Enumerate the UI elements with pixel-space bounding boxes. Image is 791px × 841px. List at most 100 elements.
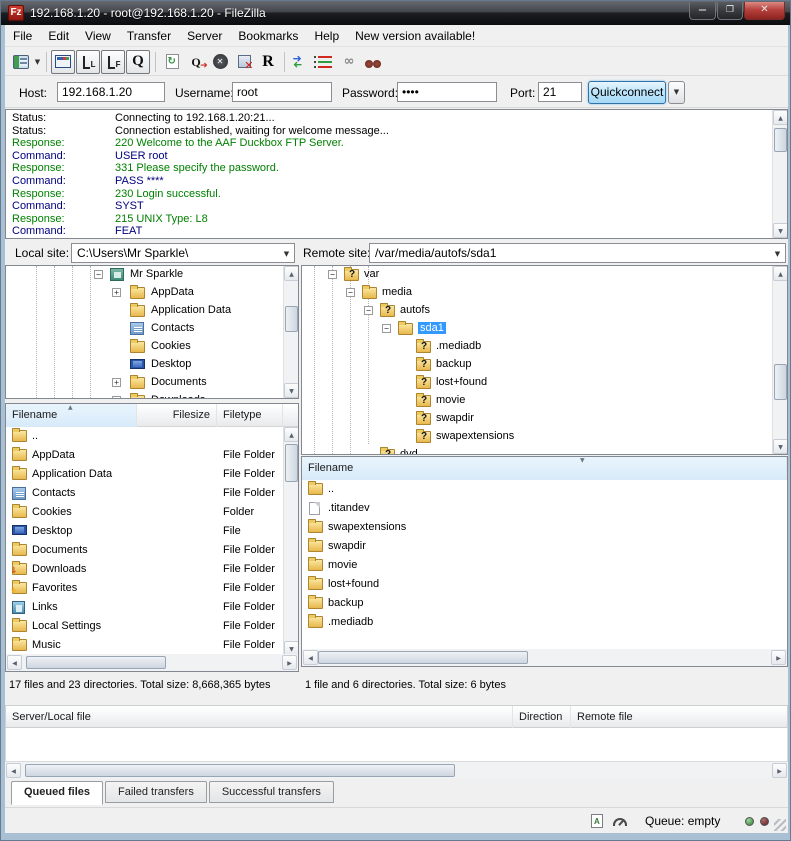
resize-grip[interactable] bbox=[774, 819, 786, 831]
site-manager-dropdown-arrow-icon[interactable] bbox=[33, 50, 42, 74]
scroll-up-icon[interactable] bbox=[284, 427, 298, 442]
menu-edit[interactable]: Edit bbox=[40, 27, 77, 45]
quickconnect-button[interactable]: Quickconnect bbox=[588, 81, 666, 104]
tree-row[interactable]: swapdir bbox=[302, 410, 787, 428]
refresh-button[interactable] bbox=[160, 50, 184, 74]
queue-list[interactable] bbox=[5, 728, 788, 762]
cancel-operation-button[interactable] bbox=[208, 50, 232, 74]
file-row[interactable]: MusicFile Folder bbox=[6, 636, 298, 655]
tree-row[interactable]: AppData bbox=[6, 284, 298, 302]
remote-tree-scrollbar[interactable] bbox=[772, 266, 787, 454]
column-header-filesize[interactable]: Filesize bbox=[137, 404, 217, 427]
file-row[interactable]: .. bbox=[302, 480, 787, 499]
queue-hscrollbar[interactable] bbox=[5, 762, 788, 779]
tree-row[interactable]: var bbox=[302, 266, 787, 284]
column-header-direction[interactable]: Direction bbox=[513, 706, 571, 729]
scroll-right-icon[interactable] bbox=[771, 650, 786, 665]
local-site-combobox[interactable]: C:\Users\Mr Sparkle\ bbox=[71, 243, 295, 263]
collapse-icon[interactable] bbox=[94, 270, 103, 279]
file-row[interactable]: backup bbox=[302, 594, 787, 613]
column-header-filetype[interactable]: Filetype bbox=[217, 404, 283, 427]
scroll-left-icon[interactable] bbox=[6, 763, 21, 778]
tree-row[interactable]: Documents bbox=[6, 374, 298, 392]
host-input[interactable] bbox=[57, 82, 165, 102]
file-row[interactable]: FavoritesFile Folder bbox=[6, 579, 298, 598]
scroll-down-icon[interactable] bbox=[773, 223, 788, 238]
tab-successful-transfers[interactable]: Successful transfers bbox=[209, 781, 334, 803]
file-row[interactable]: .. bbox=[6, 427, 298, 446]
scroll-up-icon[interactable] bbox=[773, 266, 788, 281]
remote-site-combobox[interactable]: /var/media/autofs/sda1 bbox=[369, 243, 786, 263]
tree-row[interactable]: Mr Sparkle bbox=[6, 266, 298, 284]
file-row[interactable]: movie bbox=[302, 556, 787, 575]
column-header-filename[interactable]: Filename bbox=[302, 457, 787, 480]
quickconnect-dropdown-arrow-icon[interactable] bbox=[668, 81, 685, 104]
local-tree-scrollbar[interactable] bbox=[283, 266, 298, 398]
file-row[interactable]: Local SettingsFile Folder bbox=[6, 617, 298, 636]
process-queue-button[interactable] bbox=[184, 50, 208, 74]
site-manager-button[interactable] bbox=[9, 50, 33, 74]
scroll-left-icon[interactable] bbox=[303, 650, 318, 665]
toggle-remote-tree-button[interactable] bbox=[101, 50, 125, 74]
scroll-right-icon[interactable] bbox=[282, 655, 297, 670]
password-input[interactable] bbox=[397, 82, 497, 102]
tree-row[interactable]: Contacts bbox=[6, 320, 298, 338]
scroll-left-icon[interactable] bbox=[7, 655, 22, 670]
menu-view[interactable]: View bbox=[77, 27, 119, 45]
file-row[interactable]: AppDataFile Folder bbox=[6, 446, 298, 465]
tree-row[interactable]: autofs bbox=[302, 302, 787, 320]
tree-row[interactable]: backup bbox=[302, 356, 787, 374]
collapse-icon[interactable] bbox=[364, 306, 373, 315]
scroll-up-icon[interactable] bbox=[773, 110, 788, 125]
find-files-button[interactable] bbox=[361, 50, 385, 74]
file-row[interactable]: Application DataFile Folder bbox=[6, 465, 298, 484]
port-input[interactable] bbox=[538, 82, 582, 102]
disconnect-button[interactable] bbox=[232, 50, 256, 74]
toggle-message-log-button[interactable] bbox=[51, 50, 75, 74]
collapse-icon[interactable] bbox=[328, 270, 337, 279]
local-list-hscrollbar[interactable] bbox=[6, 654, 298, 671]
menu-transfer[interactable]: Transfer bbox=[119, 27, 179, 45]
file-row[interactable]: LinksFile Folder bbox=[6, 598, 298, 617]
file-row[interactable]: CookiesFolder bbox=[6, 503, 298, 522]
menu-bookmarks[interactable]: Bookmarks bbox=[230, 27, 306, 45]
minimize-button[interactable] bbox=[689, 2, 716, 20]
log-scrollbar[interactable] bbox=[772, 110, 787, 238]
synchronized-browsing-button[interactable] bbox=[337, 50, 361, 74]
tree-row[interactable]: Desktop bbox=[6, 356, 298, 374]
scroll-up-icon[interactable] bbox=[284, 266, 299, 281]
toggle-local-tree-button[interactable] bbox=[76, 50, 100, 74]
scroll-down-icon[interactable] bbox=[773, 439, 788, 454]
username-input[interactable] bbox=[232, 82, 332, 102]
file-row[interactable]: swapextensions bbox=[302, 518, 787, 537]
remote-list-hscrollbar[interactable] bbox=[302, 649, 787, 666]
menu-server[interactable]: Server bbox=[179, 27, 230, 45]
file-row[interactable]: .titandev bbox=[302, 499, 787, 518]
tree-row[interactable]: .mediadb bbox=[302, 338, 787, 356]
scroll-right-icon[interactable] bbox=[772, 763, 787, 778]
tree-row[interactable]: dvd bbox=[302, 446, 787, 455]
collapse-icon[interactable] bbox=[346, 288, 355, 297]
tree-row[interactable]: Downloads bbox=[6, 392, 298, 399]
tree-row[interactable]: lost+found bbox=[302, 374, 787, 392]
local-list-scrollbar[interactable] bbox=[283, 427, 298, 656]
tab-queued-files[interactable]: Queued files bbox=[11, 781, 103, 805]
collapse-icon[interactable] bbox=[382, 324, 391, 333]
filter-button[interactable] bbox=[313, 50, 337, 74]
file-row[interactable]: DocumentsFile Folder bbox=[6, 541, 298, 560]
directory-comparison-button[interactable] bbox=[289, 50, 313, 74]
file-row[interactable]: ContactsFile Folder bbox=[6, 484, 298, 503]
tab-failed-transfers[interactable]: Failed transfers bbox=[105, 781, 207, 803]
menu-help[interactable]: Help bbox=[306, 27, 347, 45]
file-row[interactable]: DownloadsFile Folder bbox=[6, 560, 298, 579]
tree-row[interactable]: swapextensions bbox=[302, 428, 787, 446]
menu-new-version[interactable]: New version available! bbox=[347, 27, 483, 45]
file-row[interactable]: DesktopFile bbox=[6, 522, 298, 541]
chevron-down-icon[interactable] bbox=[281, 248, 292, 260]
tree-row[interactable]: movie bbox=[302, 392, 787, 410]
file-row[interactable]: swapdir bbox=[302, 537, 787, 556]
chevron-down-icon[interactable] bbox=[772, 248, 783, 260]
close-button[interactable] bbox=[744, 2, 785, 20]
reconnect-button[interactable] bbox=[256, 50, 280, 74]
column-header-local-file[interactable]: Server/Local file bbox=[6, 706, 513, 729]
